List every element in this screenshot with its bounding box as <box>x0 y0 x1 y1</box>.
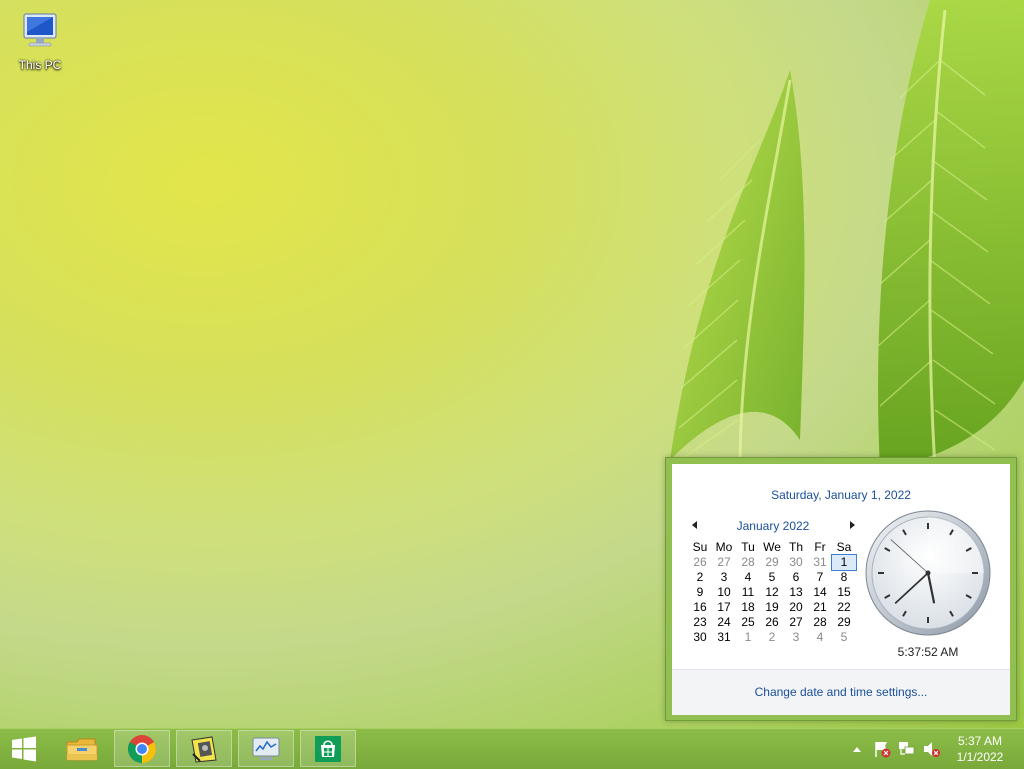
weekday-header: Mo <box>715 540 733 554</box>
month-header[interactable]: January 2022 <box>728 519 818 533</box>
calendar-day[interactable]: 28 <box>736 555 760 570</box>
weekday-header: Sa <box>836 540 852 554</box>
this-pc-icon <box>23 13 57 47</box>
calendar-day[interactable]: 11 <box>736 585 760 600</box>
calendar-day[interactable]: 8 <box>832 570 856 585</box>
weekday-header: Su <box>692 540 708 554</box>
network-button[interactable] <box>895 729 919 769</box>
calendar-day[interactable]: 27 <box>784 615 808 630</box>
taskbar-chrome[interactable] <box>114 730 170 767</box>
calendar-day[interactable]: 20 <box>784 600 808 615</box>
store-icon <box>315 735 341 762</box>
calendar-day[interactable]: 17 <box>712 600 736 615</box>
desktop-icon-label: This PC <box>18 58 62 72</box>
taskbar-resource-monitor[interactable] <box>238 730 294 767</box>
calendar-day[interactable]: 7 <box>808 570 832 585</box>
show-hidden-icons-icon <box>853 747 861 752</box>
calendar-day[interactable]: 31 <box>808 555 832 570</box>
calendar-grid: Su Mo Tu We Th Fr Sa 26 27 28 29 30 31 1 2 3 4 5 6 7 8 9 10 11 1… <box>688 540 857 645</box>
arrow-left-icon <box>691 521 697 529</box>
calendar-day[interactable]: 26 <box>760 615 784 630</box>
calendar-day[interactable]: 30 <box>688 630 712 645</box>
calendar-day[interactable]: 15 <box>832 585 856 600</box>
calendar-day[interactable]: 4 <box>736 570 760 585</box>
calendar-day[interactable]: 3 <box>784 630 808 645</box>
calendar-day[interactable]: 1 <box>831 554 857 571</box>
calendar-day[interactable]: 29 <box>760 555 784 570</box>
action-center-button[interactable] <box>870 729 894 769</box>
weekday-header: Tu <box>741 540 755 554</box>
weekday-header: Th <box>788 540 803 554</box>
taskbar-store[interactable] <box>300 730 356 767</box>
calendar-day[interactable]: 10 <box>712 585 736 600</box>
desktop-icon-this-pc[interactable]: This PC <box>8 8 72 76</box>
calendar-day[interactable]: 13 <box>784 585 808 600</box>
taskbar: 5:37 AM 1/1/2022 <box>0 728 1024 769</box>
calendar-day[interactable]: 27 <box>712 555 736 570</box>
weekday-header: We <box>763 540 781 554</box>
calendar-day[interactable]: 22 <box>832 600 856 615</box>
calendar-day[interactable]: 2 <box>688 570 712 585</box>
desktop: This PC Saturday, January 1, 2022 Januar… <box>0 0 1024 728</box>
calendar-day[interactable]: 4 <box>808 630 832 645</box>
calendar-day[interactable]: 30 <box>784 555 808 570</box>
windows-start-icon <box>12 736 36 762</box>
calendar-day[interactable]: 6 <box>784 570 808 585</box>
digital-time: 5:37:52 AM <box>897 645 959 659</box>
calendar-day[interactable]: 18 <box>736 600 760 615</box>
action-center-flag-icon <box>875 742 891 758</box>
calendar-day[interactable]: 14 <box>808 585 832 600</box>
weekday-header: Fr <box>814 540 826 554</box>
network-icon <box>899 742 915 755</box>
calendar-day[interactable]: 16 <box>688 600 712 615</box>
calendar-day[interactable]: 26 <box>688 555 712 570</box>
flyout-footer: Change date and time settings... <box>672 669 1010 715</box>
calendar-day[interactable]: 2 <box>760 630 784 645</box>
calendar-day[interactable]: 1 <box>736 630 760 645</box>
calendar-day[interactable]: 12 <box>760 585 784 600</box>
change-date-time-settings-link[interactable]: Change date and time settings... <box>672 685 1010 699</box>
calendar-day[interactable]: 28 <box>808 615 832 630</box>
calendar-day[interactable]: 25 <box>736 615 760 630</box>
volume-button[interactable] <box>919 729 943 769</box>
start-button[interactable] <box>0 729 48 769</box>
taskbar-app[interactable] <box>176 730 232 767</box>
analog-clock <box>865 510 991 636</box>
calendar-day[interactable]: 5 <box>832 630 856 645</box>
calendar-day[interactable]: 5 <box>760 570 784 585</box>
resource-monitor-icon <box>252 737 280 760</box>
calendar-day[interactable]: 21 <box>808 600 832 615</box>
volume-muted-icon <box>924 742 940 757</box>
calendar-day[interactable]: 29 <box>832 615 856 630</box>
calendar-day[interactable]: 19 <box>760 600 784 615</box>
date-time-flyout: Saturday, January 1, 2022 January 2022 S… <box>665 457 1017 721</box>
arrow-right-icon <box>849 521 855 529</box>
calendar-day[interactable]: 23 <box>688 615 712 630</box>
taskbar-file-explorer[interactable] <box>54 730 110 767</box>
previous-month-button[interactable] <box>688 518 700 532</box>
long-date-link[interactable]: Saturday, January 1, 2022 <box>672 488 1010 502</box>
chrome-icon <box>128 734 156 763</box>
flyout-panel: Saturday, January 1, 2022 January 2022 S… <box>672 464 1010 715</box>
calendar-day[interactable]: 3 <box>712 570 736 585</box>
taskbar-date: 1/1/2022 <box>956 750 1004 764</box>
taskbar-time: 5:37 AM <box>957 734 1003 748</box>
file-explorer-icon <box>66 738 98 760</box>
taskbar-clock[interactable]: 5:37 AM 1/1/2022 <box>942 733 1018 765</box>
next-month-button[interactable] <box>846 518 858 532</box>
calendar-day[interactable]: 31 <box>712 630 736 645</box>
show-hidden-icons-button[interactable] <box>848 729 866 769</box>
calendar-day[interactable]: 9 <box>688 585 712 600</box>
app-icon <box>191 735 217 763</box>
calendar-day[interactable]: 24 <box>712 615 736 630</box>
